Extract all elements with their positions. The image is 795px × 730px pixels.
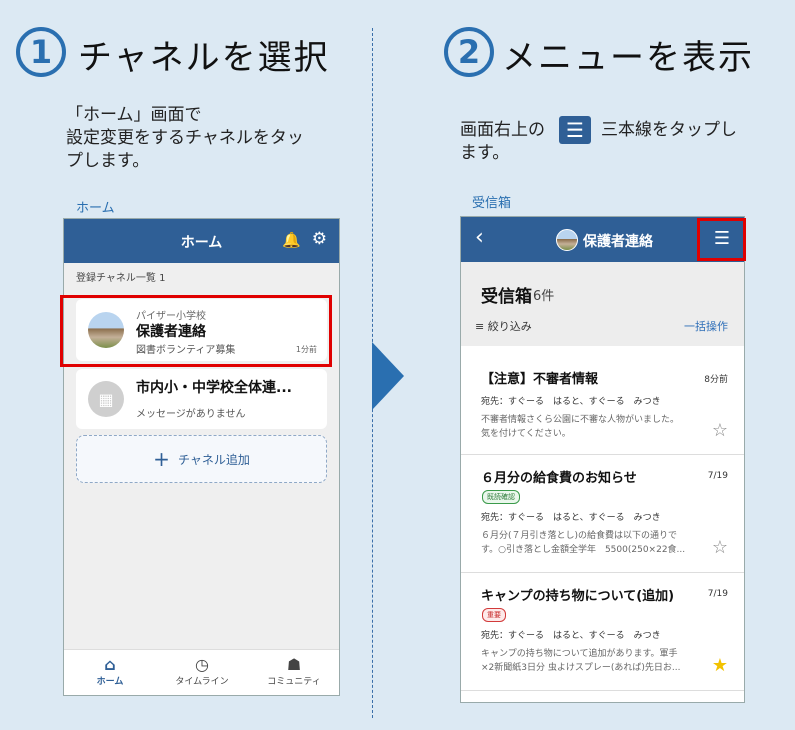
bottom-tab-bar: ⌂ ホーム ◷ タイムライン ☗ コミュニティ xyxy=(64,649,339,695)
message-date: 8分前 xyxy=(704,375,728,385)
message-recipients: 宛先：すぐーる はると、すぐーる みつき xyxy=(481,397,661,407)
star-icon[interactable]: ☆ xyxy=(712,420,728,441)
bell-icon[interactable]: 🔔 xyxy=(282,231,301,249)
message-item[interactable]: キャンプの持ち物について(追加) 7/19 重要 宛先：すぐーる はると、すぐー… xyxy=(461,573,744,691)
inbox-title: 受信箱 xyxy=(481,287,532,307)
message-date: 7/19 xyxy=(707,471,728,481)
message-preview: ６月分(７月引き落とし)の給食費は以下の通りで す。○引き落とし金額全学年 55… xyxy=(481,531,686,555)
gear-icon[interactable]: ⚙ xyxy=(312,229,327,249)
inbox-channel-title: 保護者連絡 xyxy=(583,234,653,250)
channel-card-shinai[interactable]: ▦ 市内小・中学校全体連... メッセージがありません xyxy=(76,369,327,429)
phone-2-caption: 受信箱 xyxy=(472,196,512,211)
channel-name: 市内小・中学校全体連... xyxy=(136,380,292,396)
tab-label: コミュニティ xyxy=(267,677,321,687)
home-icon: ⌂ xyxy=(104,655,116,674)
filter-button[interactable]: ≡ 絞り込み xyxy=(475,318,532,334)
message-preview: 不審者情報さくら公園に不審な人物がいました。 気を付けてください。 xyxy=(481,415,680,439)
message-recipients: 宛先：すぐーる はると、すぐーる みつき xyxy=(481,631,661,641)
step-2-title: メニューを表示 xyxy=(502,38,754,78)
step-1-title: チャネルを選択 xyxy=(78,38,330,78)
tab-community[interactable]: ☗ コミュニティ xyxy=(248,655,339,688)
message-date: 7/19 xyxy=(707,589,728,599)
clock-icon: ◷ xyxy=(195,655,209,674)
channel-last-message: メッセージがありません xyxy=(136,409,246,420)
plus-icon: + xyxy=(153,447,170,471)
channel-list-label: 登録チャネル一覧 1 xyxy=(76,273,166,284)
channel-logo xyxy=(556,229,578,251)
inbox-screen: ‹ 保護者連絡 ☰ 受信箱 6件 ≡ 絞り込み 一括操作 【注意】不審者情報 8… xyxy=(460,216,745,703)
star-filled-icon[interactable]: ★ xyxy=(712,655,728,676)
step-2-instruction-line2: ます。 xyxy=(460,143,510,163)
important-badge: 重要 xyxy=(482,608,506,622)
step-2-instruction-end: 三本線をタップし xyxy=(601,120,737,140)
message-item[interactable]: ６月分の給食費のお知らせ 7/19 既読確認 宛先：すぐーる はると、すぐーる … xyxy=(461,455,744,573)
next-step-arrow xyxy=(372,342,404,410)
message-title: キャンプの持ち物について(追加) xyxy=(481,589,675,604)
step-1-instruction: 「ホーム」画面で 設定変更をするチャネルをタッ プします。 xyxy=(66,105,304,171)
step-2-number: 2 xyxy=(444,27,494,77)
community-icon: ☗ xyxy=(286,655,302,674)
tab-label: タイムライン xyxy=(175,677,229,687)
bulk-action-button[interactable]: 一括操作 xyxy=(684,318,728,334)
channel-highlight-box xyxy=(60,295,332,367)
inbox-count: 6件 xyxy=(533,289,555,304)
step-1-number: 1 xyxy=(16,27,66,77)
message-preview: キャンプの持ち物について追加があります。軍手 ×2新聞紙3日分 虫よけスプレー(… xyxy=(481,649,681,673)
school-building-icon: ▦ xyxy=(88,381,124,417)
back-icon[interactable]: ‹ xyxy=(475,225,484,250)
tab-label: ホーム xyxy=(96,677,124,687)
read-confirm-badge: 既読確認 xyxy=(482,490,520,504)
message-recipients: 宛先：すぐーる はると、すぐーる みつき xyxy=(481,513,661,523)
tab-home[interactable]: ⌂ ホーム xyxy=(64,655,156,688)
message-item[interactable]: 【注意】不審者情報 8分前 宛先：すぐーる はると、すぐーる みつき 不審者情報… xyxy=(461,354,744,455)
tab-timeline[interactable]: ◷ タイムライン xyxy=(156,655,248,688)
add-channel-label: チャネル追加 xyxy=(177,452,250,467)
phone-1-caption: ホーム xyxy=(76,201,115,216)
home-header: ホーム 🔔 ⚙ xyxy=(64,219,339,263)
home-screen: ホーム 🔔 ⚙ 登録チャネル一覧 1 パイザー小学校 保護者連絡 図書ボランティ… xyxy=(63,218,340,696)
menu-highlight-box xyxy=(697,218,746,261)
inbox-summary: 受信箱 6件 ≡ 絞り込み 一括操作 xyxy=(461,262,744,346)
step-2-instruction-start: 画面右上の xyxy=(460,120,545,140)
star-icon[interactable]: ☆ xyxy=(712,537,728,558)
message-title: ６月分の給食費のお知らせ xyxy=(481,471,637,486)
menu-icon-illustration: ☰ xyxy=(559,116,591,144)
message-title: 【注意】不審者情報 xyxy=(481,372,599,387)
add-channel-button[interactable]: + チャネル追加 xyxy=(76,435,327,483)
